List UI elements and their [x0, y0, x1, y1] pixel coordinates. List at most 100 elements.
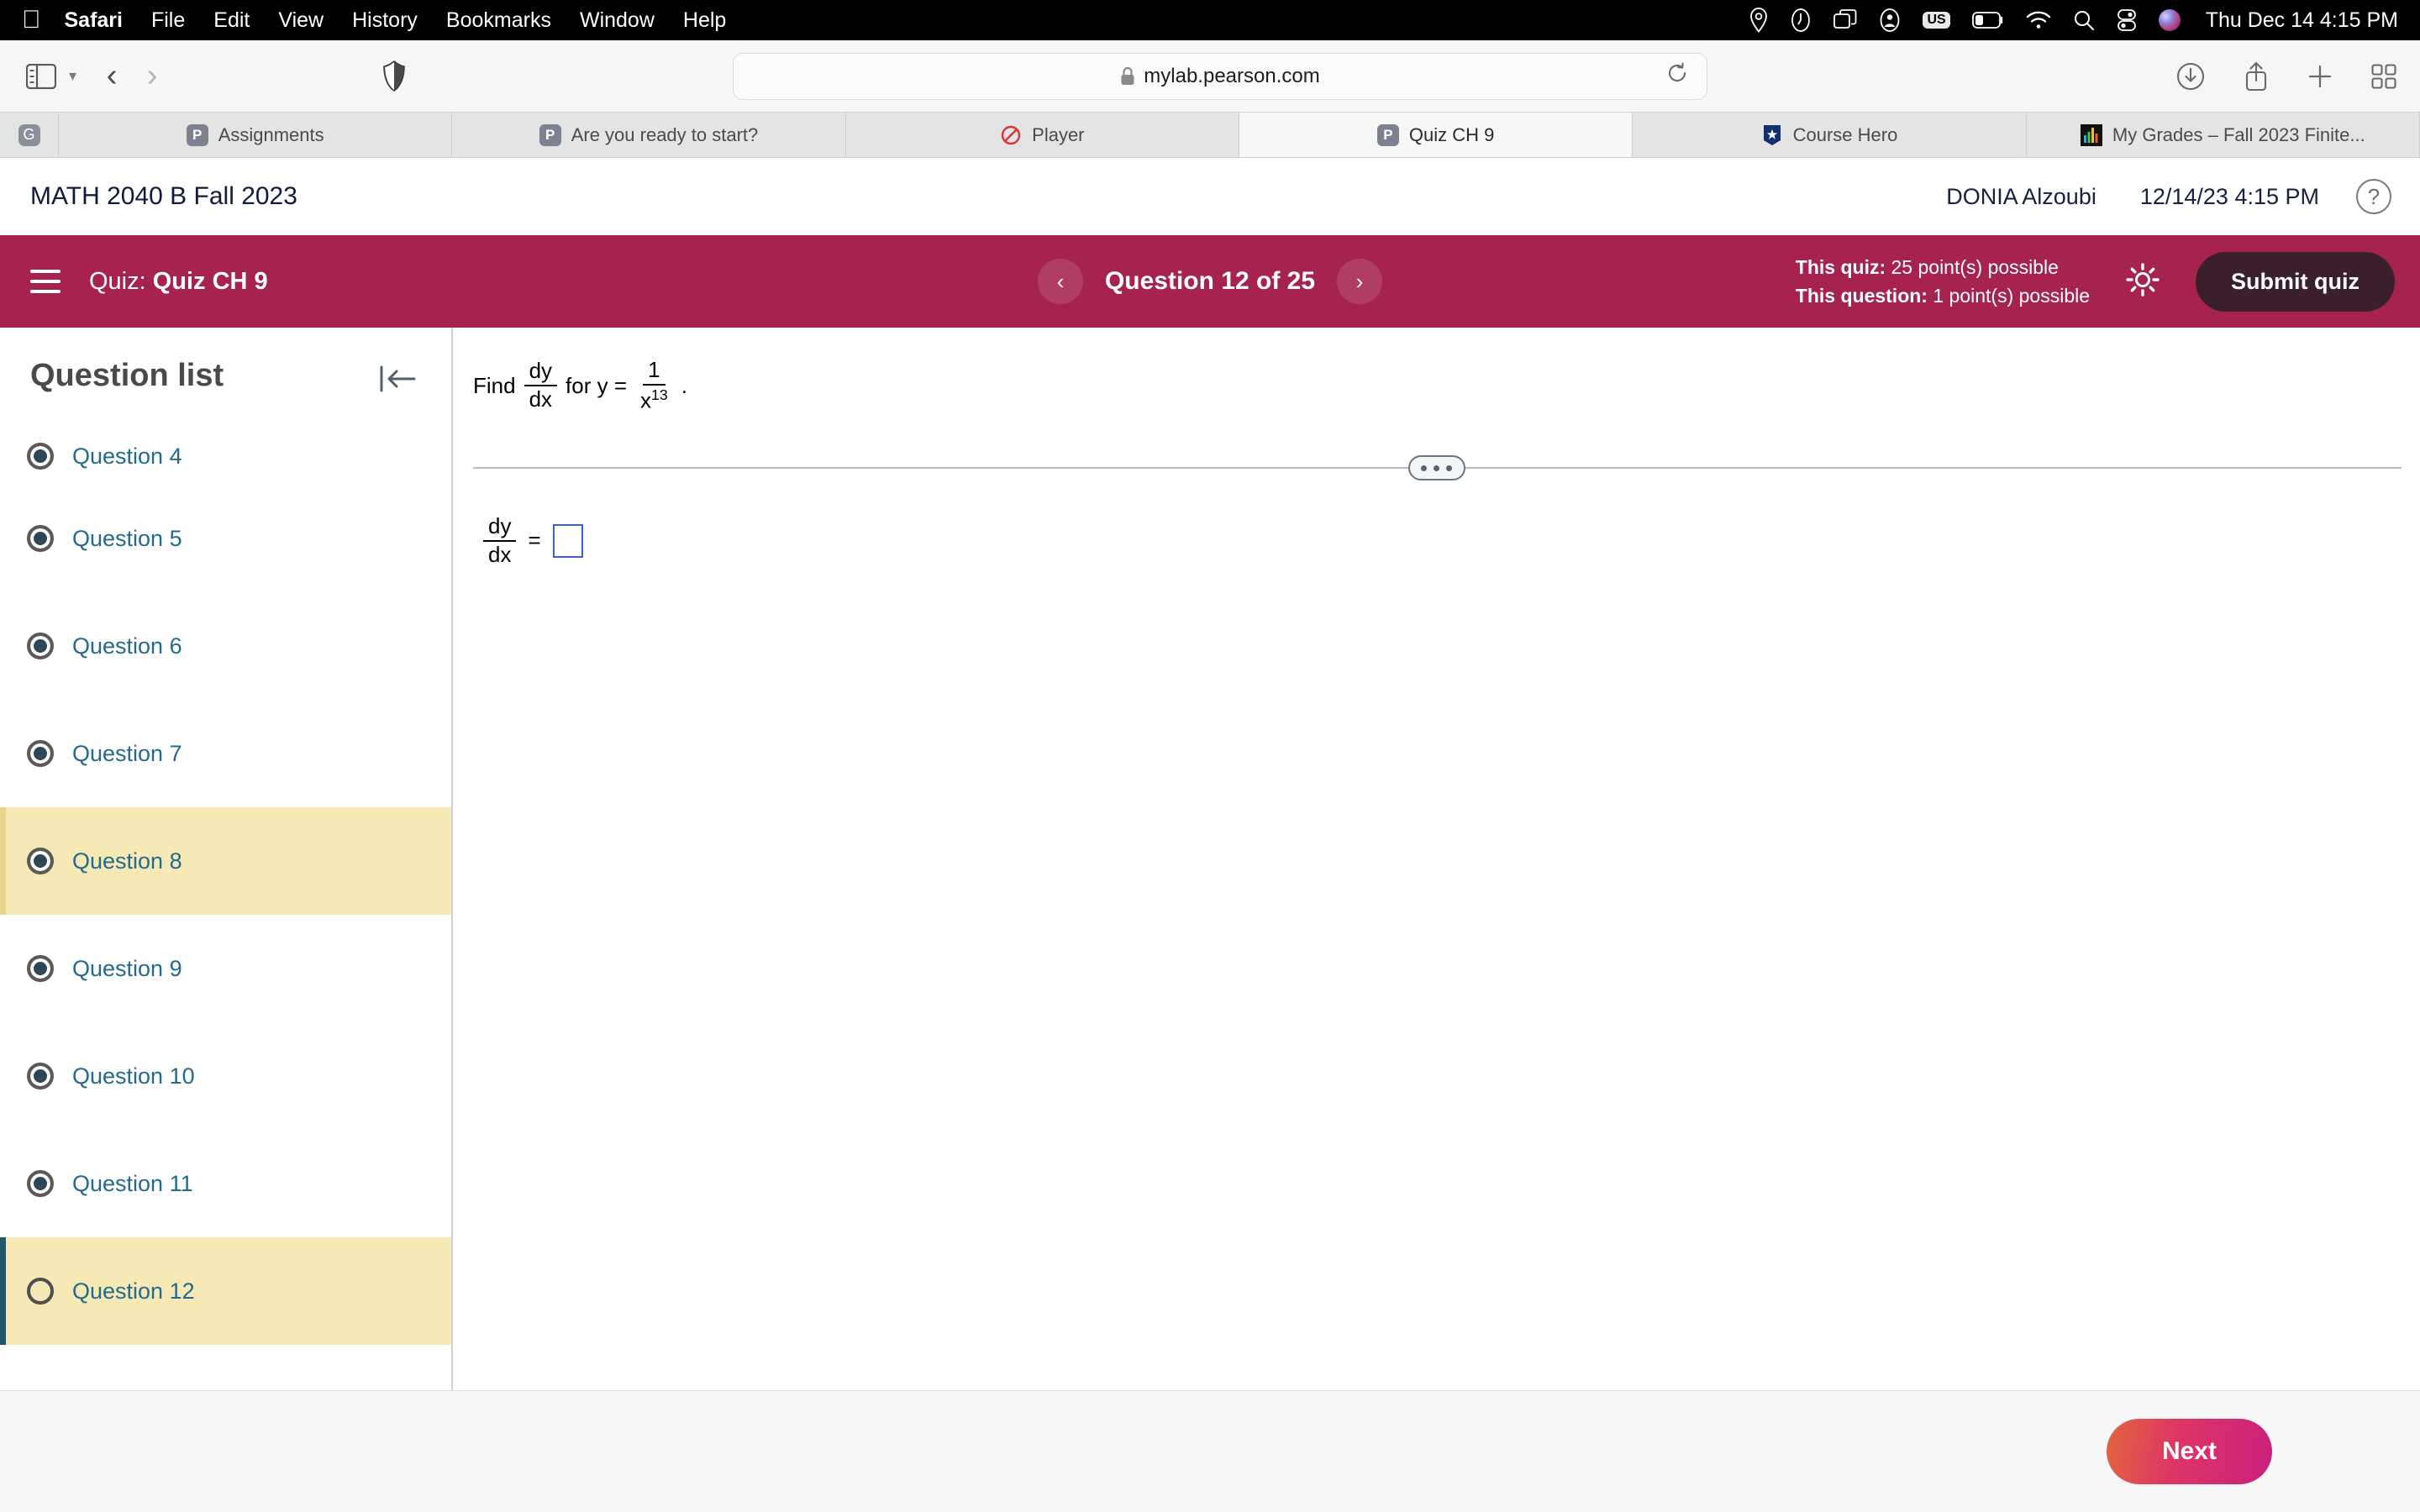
question-counter: Question 12 of 25 — [1104, 267, 1316, 295]
browser-tab-quiz-ch-9[interactable]: P Quiz CH 9 — [1239, 113, 1634, 157]
input-source-us-icon[interactable]: US — [1923, 12, 1950, 29]
reload-icon[interactable] — [1666, 62, 1688, 90]
answer-fraction-denominator: dx — [488, 541, 512, 567]
header-timestamp: 12/14/23 4:15 PM — [2139, 183, 2319, 209]
question-list-item-label: Question 11 — [72, 1170, 193, 1196]
question-list-item-label: Question 10 — [72, 1063, 195, 1089]
question-list: Question 4 Question 5 Question 6 Questio… — [0, 412, 451, 1345]
search-icon[interactable] — [2073, 9, 2095, 31]
question-list-item-5[interactable]: Question 5 — [0, 485, 451, 592]
share-icon[interactable] — [2244, 61, 2269, 92]
address-text[interactable]: mylab.pearson.com — [1144, 65, 1319, 88]
chevron-down-icon[interactable]: ▾ — [69, 67, 76, 85]
browser-tab-course-hero[interactable]: Course Hero — [1633, 113, 2027, 157]
question-list-item-label: Question 8 — [72, 848, 182, 874]
pearson-favicon-icon: P — [1376, 123, 1399, 146]
quiz-body: Question list Question 4 Question 5 Ques… — [0, 328, 2420, 1512]
user-account-icon[interactable] — [1879, 8, 1901, 32]
collapse-panel-icon[interactable] — [379, 365, 416, 397]
expression-base: x — [640, 387, 652, 413]
menu-item-history[interactable]: History — [352, 8, 418, 33]
menu-item-file[interactable]: File — [151, 8, 185, 33]
battery-icon[interactable] — [1971, 12, 2004, 29]
browser-tab-my-grades[interactable]: My Grades – Fall 2023 Finite... — [2027, 113, 2420, 157]
answer-equals-sign: = — [528, 528, 541, 554]
siri-icon[interactable] — [2158, 9, 2181, 31]
screen-mirroring-icon[interactable] — [1833, 9, 1857, 31]
toolbar-left-group: ▾ ‹ › — [24, 58, 406, 94]
blackboard-favicon-icon — [2080, 123, 2102, 146]
new-tab-icon[interactable] — [2307, 64, 2333, 89]
browser-tab-assignments[interactable]: P Assignments — [59, 113, 453, 157]
help-icon[interactable]: ? — [2356, 179, 2391, 214]
question-list-item-4[interactable]: Question 4 — [0, 412, 451, 485]
blocked-favicon-icon — [1000, 124, 1022, 146]
lock-icon — [1120, 66, 1135, 87]
hamburger-menu-icon[interactable] — [30, 270, 60, 293]
menu-item-safari[interactable]: Safari — [65, 8, 123, 33]
location-icon[interactable] — [1749, 8, 1768, 33]
menu-item-edit[interactable]: Edit — [213, 8, 250, 33]
prompt-derivative-fraction: dy dx — [523, 358, 558, 412]
question-list-item-8[interactable]: Question 8 — [0, 807, 451, 915]
quiz-title-prefix: Quiz: — [89, 267, 146, 295]
control-center-icon[interactable] — [2117, 9, 2137, 31]
download-icon[interactable] — [2176, 62, 2205, 91]
gear-icon[interactable] — [2125, 262, 2160, 302]
next-button[interactable]: Next — [2106, 1419, 2272, 1484]
browser-tab-label: Are you ready to start? — [571, 123, 759, 145]
quiz-points-value: 25 point(s) possible — [1891, 255, 2059, 278]
menu-item-bookmarks[interactable]: Bookmarks — [446, 8, 551, 33]
expression-exponent: 13 — [651, 386, 668, 403]
menu-item-help[interactable]: Help — [683, 8, 726, 33]
browser-tab-google[interactable]: G — [0, 113, 59, 157]
browser-tab-player[interactable]: Player — [846, 113, 1239, 157]
question-list-item-label: Question 9 — [72, 955, 182, 981]
browser-tab-label: My Grades – Fall 2023 Finite... — [2112, 123, 2365, 145]
course-title: MATH 2040 B Fall 2023 — [30, 182, 297, 210]
answered-status-icon — [27, 1063, 54, 1089]
question-prompt: Find dy dx for y = 1 x13 . — [453, 328, 2420, 413]
wifi-icon[interactable] — [2026, 10, 2051, 30]
previous-question-button[interactable]: ‹ — [1037, 259, 1083, 304]
next-question-button[interactable]: › — [1337, 259, 1383, 304]
macos-menu-bar:  Safari File Edit View History Bookmark… — [0, 0, 2420, 40]
question-list-item-7[interactable]: Question 7 — [0, 700, 451, 807]
clock-icon[interactable] — [1790, 8, 1812, 33]
question-list-item-6[interactable]: Question 6 — [0, 592, 451, 700]
back-button[interactable]: ‹ — [92, 58, 132, 94]
answered-status-icon — [27, 740, 54, 767]
forward-button[interactable]: › — [132, 58, 172, 94]
question-list-item-label: Question 4 — [72, 444, 182, 469]
coursehero-favicon-icon — [1761, 124, 1783, 146]
answer-input[interactable] — [552, 523, 583, 558]
prompt-find-word: Find — [473, 372, 516, 398]
answered-status-icon — [27, 443, 54, 470]
menu-item-window[interactable]: Window — [580, 8, 655, 33]
submit-quiz-button[interactable]: Submit quiz — [2196, 251, 2395, 312]
resize-handle-icon[interactable] — [1407, 455, 1465, 480]
quiz-points-line: This quiz: 25 point(s) possible — [1796, 253, 2090, 282]
quiz-toolbar: Quiz: Quiz CH 9 ‹ Question 12 of 25 › Thi… — [0, 235, 2420, 328]
expression-numerator: 1 — [643, 357, 666, 386]
browser-tab-are-you-ready-to-start[interactable]: P Are you ready to start? — [452, 113, 846, 157]
question-list-item-label: Question 6 — [72, 633, 182, 659]
privacy-shield-icon[interactable] — [382, 60, 406, 92]
unanswered-status-icon — [27, 1278, 54, 1305]
prompt-period: . — [681, 372, 687, 398]
answer-fraction-numerator: dy — [483, 513, 517, 542]
question-list-item-12[interactable]: Question 12 — [0, 1237, 451, 1345]
apple-icon[interactable]:  — [22, 8, 41, 33]
pearson-favicon-icon: P — [186, 123, 208, 146]
menu-item-view[interactable]: View — [278, 8, 324, 33]
address-bar[interactable]: mylab.pearson.com — [733, 52, 1707, 100]
browser-tab-label: Quiz CH 9 — [1408, 123, 1495, 145]
question-list-item-11[interactable]: Question 11 — [0, 1130, 451, 1237]
menu-bar-clock[interactable]: Thu Dec 14 4:15 PM — [2206, 8, 2398, 33]
tab-overview-icon[interactable] — [2371, 63, 2396, 89]
sidebar-toggle-icon[interactable] — [24, 59, 59, 94]
question-list-item-10[interactable]: Question 10 — [0, 1022, 451, 1130]
user-name: DONIA Alzoubi — [1946, 183, 2096, 209]
course-header: MATH 2040 B Fall 2023 DONIA Alzoubi 12/1… — [0, 158, 2420, 235]
question-list-item-9[interactable]: Question 9 — [0, 915, 451, 1022]
